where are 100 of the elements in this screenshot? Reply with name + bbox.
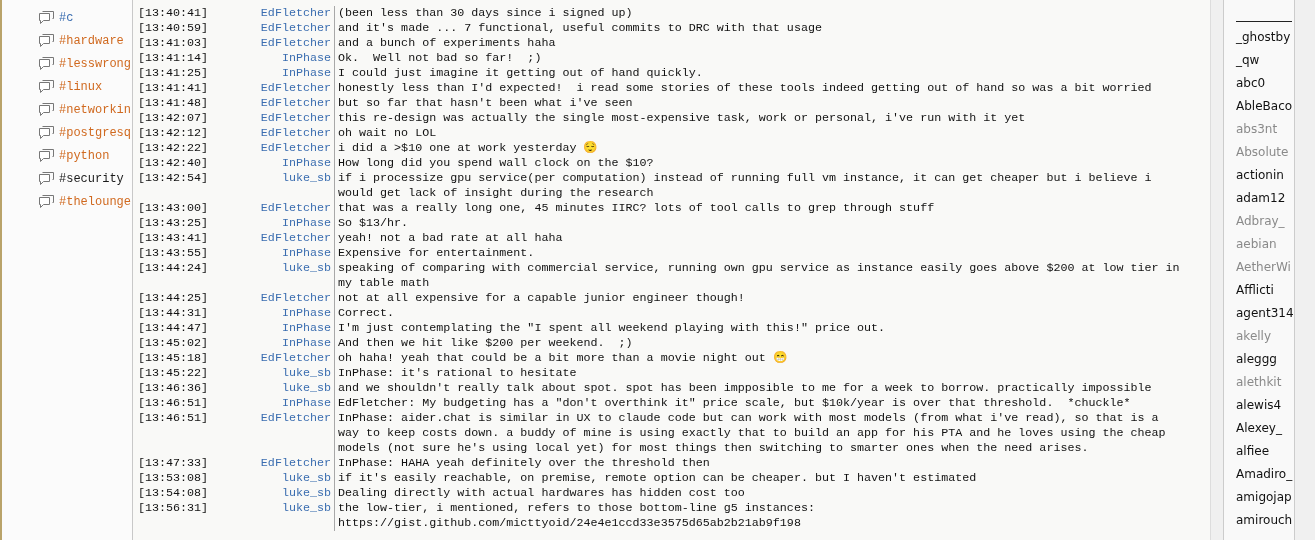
nickname[interactable]: EdFletcher xyxy=(208,411,334,456)
nickname[interactable]: EdFletcher xyxy=(208,201,334,216)
timestamp: [13:44:47] xyxy=(138,321,208,336)
message-text: InPhase: aider.chat is similar in UX to claude code but can work with most models (from what i've read), so that is a way to keep costs down. a buddy of mine is using exactly that to build an app for his PTA and he loves using the cheap models (not sure he's using local yet) for most things then switching to smarter ones when the need arises. xyxy=(334,411,1186,456)
user-name[interactable]: abc0 xyxy=(1236,72,1294,95)
nickname[interactable]: InPhase xyxy=(208,246,334,261)
nickname[interactable]: luke_sb xyxy=(208,381,334,396)
timestamp: [13:45:22] xyxy=(138,366,208,381)
message-text: So $13/hr. xyxy=(334,216,1186,231)
user-name[interactable]: Adbray_ xyxy=(1236,210,1294,233)
nickname[interactable]: luke_sb xyxy=(208,366,334,381)
channel-name[interactable]: #c xyxy=(59,10,74,25)
nickname[interactable]: InPhase xyxy=(208,51,334,66)
message-text: I could just imagine it getting out of hand quickly. xyxy=(334,66,1186,81)
message-text: that was a really long one, 45 minutes IIRC? lots of tool calls to grep through stuff xyxy=(334,201,1186,216)
user-name[interactable]: alewis4 xyxy=(1236,394,1294,417)
chat-bubbles-icon xyxy=(38,170,55,187)
message-text: not at all expensive for a capable junior engineer though! xyxy=(334,291,1186,306)
nickname[interactable]: EdFletcher xyxy=(208,126,334,141)
message-text: How long did you spend wall clock on the $10? xyxy=(334,156,1186,171)
user-name[interactable]: AbleBaco xyxy=(1236,95,1294,118)
user-name[interactable]: _ghostby xyxy=(1236,26,1294,49)
message-text: (been less than 30 days since i signed up) xyxy=(334,6,1186,21)
channel-name[interactable]: #networkin xyxy=(59,102,131,117)
user-name[interactable]: aebian xyxy=(1236,233,1294,256)
message-text: yeah! not a bad rate at all haha xyxy=(334,231,1186,246)
user-name[interactable]: aleggg xyxy=(1236,348,1294,371)
nickname[interactable]: luke_sb xyxy=(208,501,334,531)
nickname[interactable]: luke_sb xyxy=(208,171,334,201)
user-name[interactable]: akelly xyxy=(1236,325,1294,348)
message-text: Ok. Well not bad so far! ;) xyxy=(334,51,1186,66)
chat-bubbles-icon xyxy=(38,101,55,118)
message-text: EdFletcher: My budgeting has a "don't overthink it" price scale, but $10k/year is over that threshold. *chuckle* xyxy=(334,396,1186,411)
nickname[interactable]: InPhase xyxy=(208,336,334,351)
nickname[interactable]: InPhase xyxy=(208,306,334,321)
user-name[interactable]: actionin xyxy=(1236,164,1294,187)
chat-bubbles-icon xyxy=(38,55,55,72)
chat-bubbles-icon xyxy=(38,193,55,210)
timestamp: [13:44:31] xyxy=(138,306,208,321)
timestamp: [13:56:31] xyxy=(138,501,208,517)
nickname[interactable]: InPhase xyxy=(208,66,334,81)
nickname[interactable]: EdFletcher xyxy=(208,351,334,366)
user-name[interactable]: abs3nt xyxy=(1236,118,1294,141)
timestamp: [13:43:00] xyxy=(138,201,208,216)
user-name[interactable]: _qw xyxy=(1236,49,1294,72)
nickname[interactable]: InPhase xyxy=(208,321,334,336)
channel-name[interactable]: #thelounge xyxy=(59,194,131,209)
user-name[interactable]: alfiee xyxy=(1236,440,1294,463)
message-text: InPhase: HAHA yeah definitely over the threshold then xyxy=(334,456,1186,471)
channel-name[interactable]: #security xyxy=(59,171,124,186)
channel-name[interactable]: #linux xyxy=(59,79,103,94)
timestamp: [13:40:59] xyxy=(138,21,208,36)
nickname[interactable]: luke_sb xyxy=(208,471,334,486)
user-name[interactable]: adam12 xyxy=(1236,187,1294,210)
user-name[interactable]: amirouch xyxy=(1236,509,1294,532)
message-text: and a bunch of experiments haha xyxy=(334,36,1186,51)
message-text: honestly less than I'd expected! i read some stories of these tools indeed getting out of hand so was a bit worried xyxy=(334,81,1186,96)
channel-name[interactable]: #hardware xyxy=(59,33,124,48)
channel-name[interactable]: #python xyxy=(59,148,110,163)
nickname[interactable]: EdFletcher xyxy=(208,96,334,111)
user-name[interactable]: Alexey_ xyxy=(1236,417,1294,440)
message-text: And then we hit like $200 per weekend. ;) xyxy=(334,336,1186,351)
user-name[interactable]: agent314 xyxy=(1236,302,1294,325)
user-name[interactable]: AetherWi xyxy=(1236,256,1294,279)
timestamp: [13:41:41] xyxy=(138,81,208,96)
timestamp: [13:54:08] xyxy=(138,486,208,501)
nickname[interactable]: luke_sb xyxy=(208,261,334,291)
timestamp: [13:42:22] xyxy=(138,141,208,156)
chat-bubbles-icon xyxy=(38,9,55,26)
nickname[interactable]: InPhase xyxy=(208,216,334,231)
timestamp: [13:41:25] xyxy=(138,66,208,81)
channel-name[interactable]: #lesswrong xyxy=(59,56,131,71)
user-name[interactable]: alethkit xyxy=(1236,371,1294,394)
message-text: InPhase: it's rational to hesitate xyxy=(334,366,1186,381)
nickname[interactable]: EdFletcher xyxy=(208,456,334,471)
message-text: Expensive for entertainment. xyxy=(334,246,1186,261)
channel-name[interactable]: #postgresq xyxy=(59,125,131,140)
nickname[interactable]: luke_sb xyxy=(208,486,334,501)
timestamp: [13:47:33] xyxy=(138,456,208,471)
nickname[interactable]: InPhase xyxy=(208,396,334,411)
nickname[interactable]: EdFletcher xyxy=(208,21,334,36)
message-text: Dealing directly with actual hardwares has hidden cost too xyxy=(334,486,1186,501)
nickname[interactable]: EdFletcher xyxy=(208,141,334,156)
nickname[interactable]: EdFletcher xyxy=(208,81,334,96)
chat-bubbles-icon xyxy=(38,124,55,141)
timestamp: [13:43:55] xyxy=(138,246,208,261)
timestamp: [13:40:41] xyxy=(138,6,208,21)
user-name[interactable]: Afflicti xyxy=(1236,279,1294,302)
nickname[interactable]: EdFletcher xyxy=(208,291,334,306)
nickname[interactable]: EdFletcher xyxy=(208,111,334,126)
message-text: oh wait no LOL xyxy=(334,126,1186,141)
nickname[interactable]: InPhase xyxy=(208,156,334,171)
nickname[interactable]: EdFletcher xyxy=(208,6,334,21)
user-name[interactable]: Absolute xyxy=(1236,141,1294,164)
message-text: if it's easily reachable, on premise, remote option can be cheaper. but I haven't estimated xyxy=(334,471,1186,486)
message-text: this re-design was actually the single most-expensive task, work or personal, i've run with it yet xyxy=(334,111,1186,126)
nickname[interactable]: EdFletcher xyxy=(208,36,334,51)
nickname[interactable]: EdFletcher xyxy=(208,231,334,246)
user-name[interactable]: amigojap xyxy=(1236,486,1294,509)
user-name[interactable]: Amadiro_ xyxy=(1236,463,1294,486)
